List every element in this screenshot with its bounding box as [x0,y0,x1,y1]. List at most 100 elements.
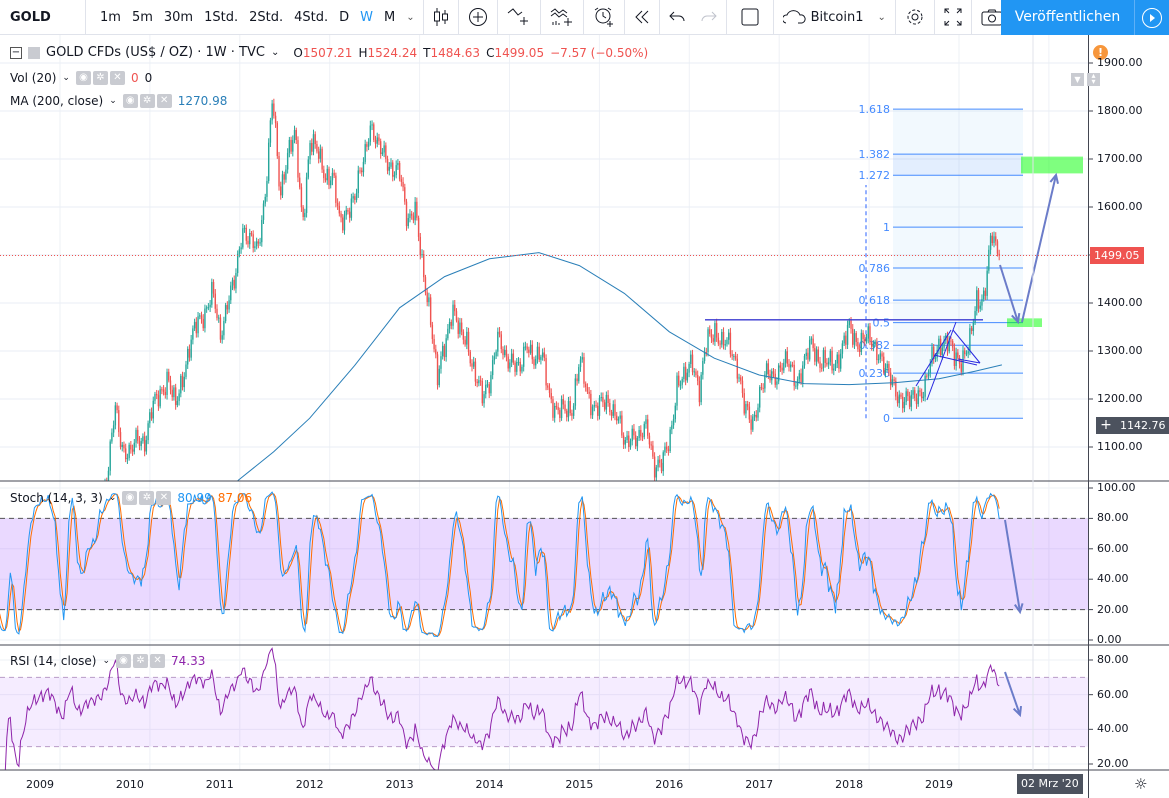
chevron-down-icon[interactable]: ⌄ [271,47,279,58]
candle-body [660,462,663,472]
alert-button[interactable] [584,0,625,35]
stoch-label[interactable]: Stoch (14, 3, 3) [10,491,103,505]
candle-body [92,506,93,509]
compare-button[interactable] [459,0,498,35]
close-icon[interactable]: ✕ [150,654,166,668]
fib-level-label: 0 [883,412,890,425]
triangle-down-icon[interactable]: ▼ [1071,73,1084,86]
candle-body [815,349,818,362]
redo-icon[interactable] [701,10,717,24]
chevron-down-icon[interactable]: ⌄ [406,12,414,23]
fib-zone [893,154,1023,176]
volume-legend: Vol (20) ⌄ ◉ ✲ ✕ 00 [10,71,153,85]
candle-body [541,352,544,357]
collapse-icon[interactable]: − [10,46,22,59]
interval-1m[interactable]: 1m [100,10,121,25]
symbol-search[interactable]: GOLD [0,0,86,35]
interval-2h[interactable]: 2Std. [249,10,283,25]
candle-body [536,346,539,359]
publish-menu-button[interactable] [1134,0,1169,35]
candle-body [757,407,759,418]
time-axis-label: 2013 [385,778,414,791]
gear-icon[interactable]: ✲ [139,94,155,108]
chevron-down-icon[interactable]: ⌄ [877,12,885,23]
eye-icon[interactable]: ◉ [122,491,138,505]
candle-body [91,506,92,513]
fullscreen-button[interactable] [935,0,972,35]
candle-body [266,180,268,197]
candle-body [802,365,804,383]
undo-icon[interactable] [668,10,685,24]
candle-body [729,332,732,355]
candle-body [526,346,528,350]
replay-button[interactable] [625,0,660,35]
candle-body [976,290,978,311]
interval-1h[interactable]: 1Std. [204,10,238,25]
candle-body [321,148,323,170]
eye-icon[interactable]: ◉ [116,654,132,668]
chart-settings-icon[interactable]: ☼ [1134,775,1147,793]
gear-icon[interactable]: ✲ [133,654,149,668]
price-axis-label: 1700.00 [1097,152,1143,165]
candle-body [491,360,494,376]
candle-body [447,328,449,339]
candle-body [648,435,651,445]
close-value: 1499.05 [494,45,545,60]
save-layout-button[interactable]: Bitcoin1 ⌄ [774,0,896,35]
candle-body [190,339,192,358]
candle-body [481,381,484,404]
indicators-button[interactable] [498,0,541,35]
interval-d[interactable]: D [339,10,349,25]
candle-body [312,134,315,152]
symbol-title[interactable]: GOLD CFDs (US$ / OZ) · 1W · TVC [46,45,265,60]
settings-button[interactable] [896,0,935,35]
candle-body [647,419,649,436]
candle-body [106,482,107,484]
close-icon[interactable]: ✕ [156,94,172,108]
candle-body [298,177,301,188]
open-value: 1507.21 [302,45,353,60]
candle-body [786,351,788,364]
candle-body [986,270,988,296]
crosshair-plus-icon[interactable]: + [1096,417,1116,434]
chart-canvas[interactable]: 00.2360.3820.50.6180.78611.2721.3821.618 [0,0,1169,798]
candle-body [250,232,253,235]
crosshair-price-badge: 1142.76 [1116,417,1169,434]
close-icon[interactable]: ✕ [109,71,125,85]
candle-body [233,279,235,289]
interval-w[interactable]: W [360,10,373,25]
interval-30m[interactable]: 30m [164,10,193,25]
candle-body [381,152,384,155]
candle-body [612,404,614,416]
candle-body [314,134,316,145]
interval-m[interactable]: M [384,10,395,25]
candle-body [145,440,148,452]
ma-label[interactable]: MA (200, close) [10,94,103,108]
camera-icon [981,9,1003,26]
candle-body [745,404,747,414]
gear-icon[interactable]: ✲ [92,71,108,85]
layout-button[interactable] [727,0,774,35]
eye-icon[interactable]: ◉ [122,94,138,108]
rsi-label[interactable]: RSI (14, close) [10,654,96,668]
candle-body [516,361,518,372]
templates-button[interactable] [541,0,584,35]
candle-body [929,363,931,374]
interval-4h[interactable]: 4Std. [294,10,328,25]
candle-body [703,352,706,361]
gear-icon[interactable]: ✲ [139,491,155,505]
scale-updown-icon[interactable]: ▴ ▾ [1087,72,1100,86]
eye-icon[interactable]: ◉ [75,71,91,85]
candle-body [628,435,630,448]
candle-body [519,361,521,372]
volume-label[interactable]: Vol (20) [10,71,56,85]
close-icon[interactable]: ✕ [156,491,172,505]
interval-5m[interactable]: 5m [132,10,153,25]
rsi-axis-label: 80.00 [1097,653,1129,666]
candle-body [812,338,814,349]
candle-body [500,334,502,350]
publish-button[interactable]: Veröffentlichen [1001,0,1134,35]
chart-type-button[interactable] [424,0,459,35]
flag-icon[interactable] [28,46,40,59]
candle-body [317,151,320,159]
